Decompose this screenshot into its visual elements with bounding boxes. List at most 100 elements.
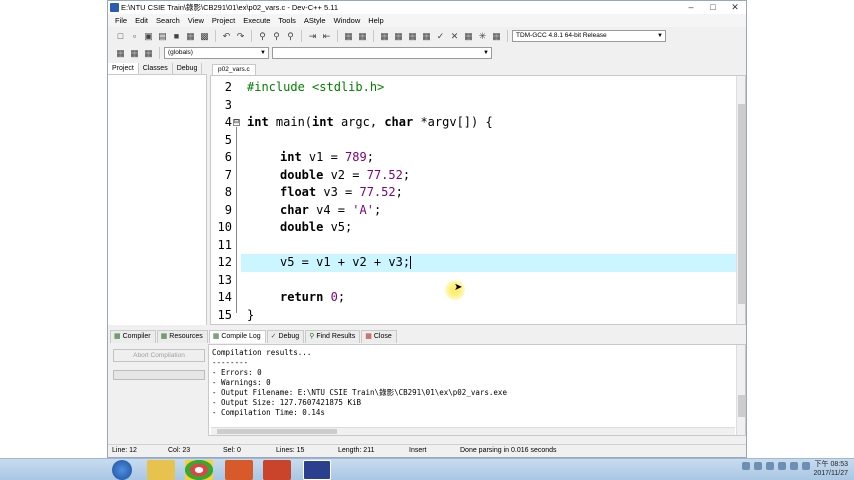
replace-icon[interactable]: ⚲ [271,31,282,42]
media-player-icon[interactable] [225,460,253,480]
abort-compilation-button[interactable]: Abort Compilation [113,349,205,362]
rebuild-icon[interactable]: ▦ [421,31,432,42]
debug-icon[interactable]: ✳ [477,31,488,42]
log-horizontal-scrollbar[interactable] [211,427,735,435]
powerpoint-icon[interactable] [263,460,291,480]
menu-search[interactable]: Search [152,14,184,27]
menu-project[interactable]: Project [208,14,239,27]
line-number: 2 [224,80,232,94]
compile-icon[interactable]: ▦ [379,31,390,42]
editor-vertical-scrollbar[interactable] [736,76,745,324]
print-icon[interactable]: ▩ [199,31,210,42]
minimize-icon[interactable]: – [680,1,702,14]
log-vertical-scrollbar[interactable] [736,345,745,435]
unindent-icon[interactable]: ⇤ [321,31,332,42]
menu-window[interactable]: Window [330,14,365,27]
tab-compile-log[interactable]: ▦ Compile Log [208,330,266,343]
chrome-icon[interactable] [185,460,213,480]
compile-run-icon[interactable]: ▦ [407,31,418,42]
toggle-bookmark-icon[interactable]: ▦ [129,48,140,59]
check-syntax-icon[interactable]: ✓ [435,31,446,42]
line-number: 4 [224,115,232,129]
function-select[interactable]: ▼ [272,47,492,59]
undo-icon[interactable]: ↶ [221,31,232,42]
tab-debug[interactable]: Debug [173,63,203,74]
keyword: int [280,150,302,164]
tab-find-results[interactable]: ⚲ Find Results [305,330,361,343]
insert-icon[interactable]: ▦ [115,48,126,59]
check-icon: ✓ [270,333,277,340]
tray-icon[interactable] [754,462,762,470]
scrollbar-thumb[interactable] [217,429,337,434]
indent-icon[interactable]: ⇥ [307,31,318,42]
status-col: Col: 23 [168,447,191,454]
tab-compiler[interactable]: ▦ Compiler [110,330,156,343]
menu-file[interactable]: File [111,14,131,27]
new-file-icon[interactable]: □ [115,31,126,42]
file-explorer-icon[interactable] [147,460,175,480]
maximize-icon[interactable]: □ [702,1,724,14]
taskbar: 下午 08:53 2017/11/27 [0,458,854,480]
keyword: float [280,185,317,199]
line-number: 10 [217,220,232,234]
find-icon[interactable]: ⚲ [257,31,268,42]
code-editor[interactable]: 2 3 4 5 6 7 8 9 10 11 12 13 14 15 ⊟ #inc… [210,75,746,325]
compile-log[interactable]: Compilation results... -------- - Errors… [208,344,746,436]
save-all-icon[interactable]: ▤ [157,31,168,42]
code-line-2: #include <stdlib.h> [247,80,385,94]
menu-execute[interactable]: Execute [239,14,274,27]
chart-icon[interactable]: ▦ [491,31,502,42]
line-number: 3 [224,97,232,112]
log-line: - Warnings: 0 [212,378,271,387]
menu-astyle[interactable]: AStyle [300,14,330,27]
windows-start-icon[interactable] [112,460,132,480]
tab-resources[interactable]: ▦ Resources [156,330,208,343]
close-all-icon[interactable]: ▦ [185,31,196,42]
code-text: v1 = [301,150,346,164]
scope-select[interactable]: (globals) ▼ [164,47,269,59]
tab-debug-output[interactable]: ✓ Debug [266,330,305,343]
devcpp-taskbar-icon[interactable] [303,460,331,480]
code-line-8: float v3 = 77.52; [280,184,403,202]
line-number: 9 [224,202,232,217]
close-file-icon[interactable]: ■ [171,31,182,42]
tab-file-p02-vars[interactable]: p02_vars.c [212,64,256,75]
tray-icon[interactable] [778,462,786,470]
tab-label: Close [373,333,392,340]
add-to-project-icon[interactable]: ▦ [357,31,368,42]
line-number: 11 [217,237,232,252]
code-line-12: v5 = v1 + v2 + v3; [280,254,412,272]
run-icon[interactable]: ▦ [393,31,404,42]
close-icon[interactable]: ✕ [724,1,746,14]
scrollbar-thumb[interactable] [738,395,745,417]
tray-icon[interactable] [742,462,750,470]
save-icon[interactable]: ▣ [143,31,154,42]
line-number: 12 [217,255,232,269]
taskbar-clock[interactable]: 下午 08:53 2017/11/27 [813,460,848,478]
scrollbar-thumb[interactable] [738,104,745,304]
tray-icon[interactable] [766,462,774,470]
menu-help[interactable]: Help [364,14,387,27]
open-file-icon[interactable]: ▫ [129,31,140,42]
compile-progress-bar [113,370,205,380]
menu-tools[interactable]: Tools [274,14,300,27]
compiler-select-value: TDM-GCC 4.8.1 64-bit Release [516,32,607,39]
new-project-icon[interactable]: ▦ [343,31,354,42]
menu-view[interactable]: View [184,14,208,27]
goto-bookmark-icon[interactable]: ▦ [143,48,154,59]
network-icon[interactable] [790,462,798,470]
tab-classes[interactable]: Classes [139,63,173,74]
tab-close[interactable]: ▦ Close [361,330,397,343]
fold-toggle-icon[interactable]: ⊟ [233,119,240,126]
profile-icon[interactable]: ▦ [463,31,474,42]
stop-execution-icon[interactable]: ✕ [449,31,460,42]
compiler-select[interactable]: TDM-GCC 4.8.1 64-bit Release ▼ [512,30,666,42]
find-next-icon[interactable]: ⚲ [285,31,296,42]
line-number: 6 [224,150,232,164]
tab-label: Debug [278,333,300,340]
volume-icon[interactable] [802,462,810,470]
tab-project[interactable]: Project [108,63,139,74]
clock-time: 下午 08:53 [814,461,848,468]
redo-icon[interactable]: ↷ [235,31,246,42]
menu-edit[interactable]: Edit [131,14,152,27]
